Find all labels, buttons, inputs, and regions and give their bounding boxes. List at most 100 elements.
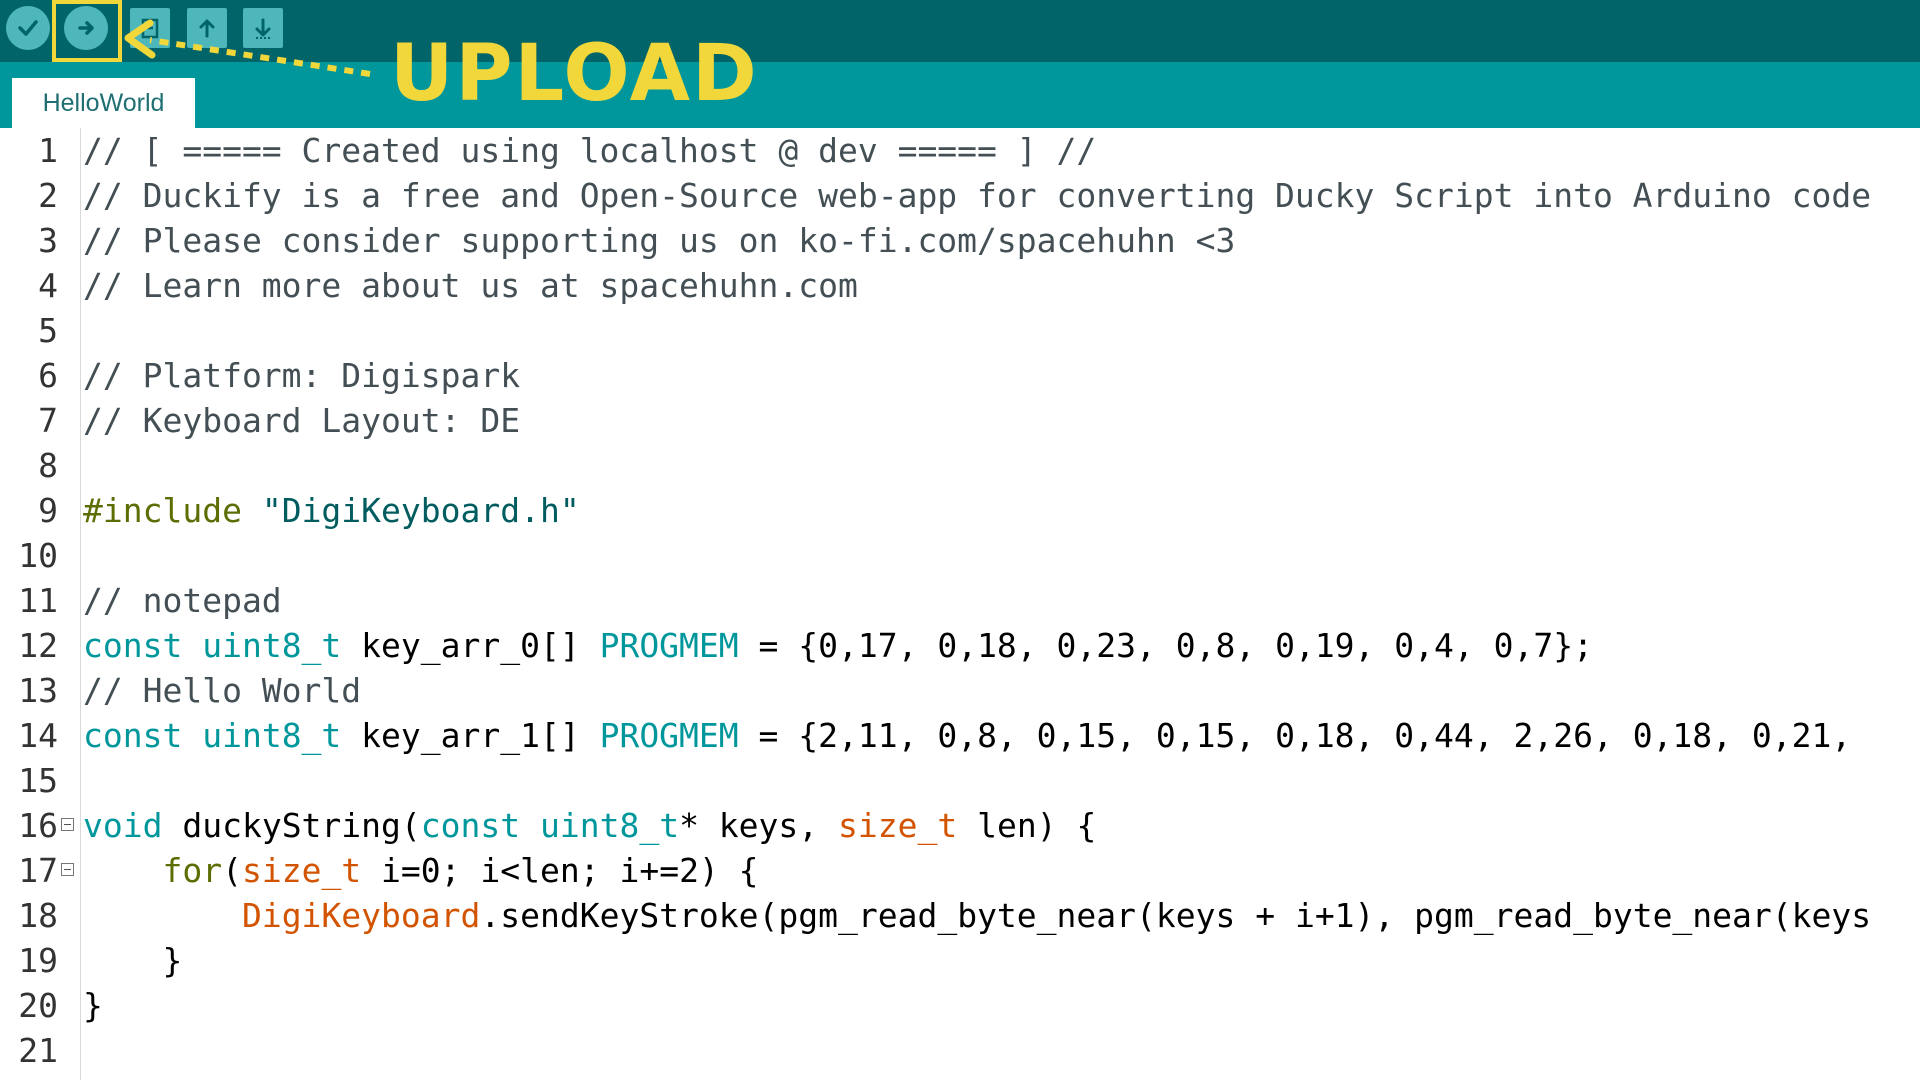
code-token: DigiKeyboard xyxy=(241,896,481,935)
code-token: void xyxy=(83,806,163,845)
code-line: 2 // Duckify is a free and Open-Source we… xyxy=(0,173,1920,218)
code-token: size_t xyxy=(838,806,958,845)
new-button[interactable] xyxy=(130,8,170,48)
fold-toggle-icon[interactable] xyxy=(61,863,74,876)
code-line: 18 DigiKeyboard.sendKeyStroke(pgm_read_b… xyxy=(0,893,1920,938)
fold-toggle-icon[interactable] xyxy=(61,818,74,831)
line-number: 6 xyxy=(38,356,58,395)
tab-helloworld[interactable]: HelloWorld xyxy=(12,78,195,128)
arrow-down-icon xyxy=(255,18,271,39)
code-token: // Duckify is a free and Open-Source web… xyxy=(83,176,1872,215)
code-line: 11 // notepad xyxy=(0,578,1920,623)
line-number: 8 xyxy=(38,446,58,485)
line-number: 17 xyxy=(18,851,58,890)
code-text: // [ ===== Created using localhost @ dev… xyxy=(83,128,1096,173)
code-token: const xyxy=(83,716,183,755)
code-line: 16 void duckyString(const uint8_t* keys, … xyxy=(0,803,1920,848)
line-number: 21 xyxy=(18,1031,58,1070)
code-line: 7 // Keyboard Layout: DE xyxy=(0,398,1920,443)
code-line: 17 for(size_t i=0; i<len; i+=2) { xyxy=(0,848,1920,893)
code-text: // Duckify is a free and Open-Source web… xyxy=(83,173,1871,218)
code-token: const xyxy=(83,626,183,665)
line-number: 1 xyxy=(38,131,58,170)
code-text: // Hello World xyxy=(83,668,361,713)
code-token: // [ ===== Created using localhost @ dev… xyxy=(83,131,1097,170)
code-token: .sendKeyStroke(pgm_read_byte_near(keys +… xyxy=(480,896,1872,935)
code-text: #include "DigiKeyboard.h" xyxy=(83,488,580,533)
code-text: for(size_t i=0; i<len; i+=2) { xyxy=(83,848,759,893)
code-text: DigiKeyboard.sendKeyStroke(pgm_read_byte… xyxy=(83,893,1871,938)
line-number: 5 xyxy=(38,311,58,350)
code-token: "DigiKeyboard.h" xyxy=(261,491,580,530)
code-token: ( xyxy=(222,851,242,890)
code-token: #include xyxy=(83,491,242,530)
code-token: // Platform: Digispark xyxy=(83,356,521,395)
code-token: len) { xyxy=(957,806,1097,845)
save-button[interactable] xyxy=(243,8,283,48)
code-text: const uint8_t key_arr_0[] PROGMEM = {0,1… xyxy=(83,623,1593,668)
line-number: 19 xyxy=(18,941,58,980)
line-number: 7 xyxy=(38,401,58,440)
open-button[interactable] xyxy=(187,8,227,48)
code-line: 13 // Hello World xyxy=(0,668,1920,713)
code-token: const xyxy=(420,806,521,845)
code-text: } xyxy=(83,983,103,1028)
code-line: 19 } xyxy=(0,938,1920,983)
code-token: // Please consider supporting us on ko-f… xyxy=(83,221,1236,260)
code-token: } xyxy=(83,941,183,980)
line-number: 20 xyxy=(18,986,58,1025)
line-number: 14 xyxy=(18,716,58,755)
line-number: 4 xyxy=(38,266,58,305)
code-token: uint8_t xyxy=(539,806,680,845)
code-line: 5 xyxy=(0,308,1920,353)
line-number: 12 xyxy=(18,626,58,665)
code-token: for xyxy=(162,851,223,890)
toolbar xyxy=(0,0,1920,62)
code-token: // notepad xyxy=(83,581,282,620)
line-number: 16 xyxy=(18,806,58,845)
code-line: 6 // Platform: Digispark xyxy=(0,353,1920,398)
code-token: uint8_t xyxy=(202,626,342,665)
code-editor[interactable]: 1 // [ ===== Created using localhost @ de… xyxy=(0,128,1920,1080)
code-token: i=0; i<len; i+=2) { xyxy=(361,851,759,890)
code-line: 20} xyxy=(0,983,1920,1028)
code-line: 3 // Please consider supporting us on ko-… xyxy=(0,218,1920,263)
code-token: key_arr_0[] xyxy=(341,626,600,665)
code-text: // Please consider supporting us on ko-f… xyxy=(83,218,1235,263)
line-number: 9 xyxy=(38,491,58,530)
code-line: 8 xyxy=(0,443,1920,488)
code-token: uint8_t xyxy=(202,716,342,755)
line-number: 15 xyxy=(18,761,58,800)
code-token: // Hello World xyxy=(83,671,362,710)
code-token: = {0,17, 0,18, 0,23, 0,8, 0,19, 0,4, 0,7… xyxy=(738,626,1593,665)
code-line: 4 // Learn more about us at spacehuhn.com xyxy=(0,263,1920,308)
code-line: 12 const uint8_t key_arr_0[] PROGMEM = {0… xyxy=(0,623,1920,668)
code-line: 14 const uint8_t key_arr_1[] PROGMEM = {2… xyxy=(0,713,1920,758)
line-number: 2 xyxy=(38,176,58,215)
verify-button[interactable] xyxy=(6,6,50,50)
line-number: 18 xyxy=(18,896,58,935)
line-number: 10 xyxy=(18,536,58,575)
code-line: 1 // [ ===== Created using localhost @ de… xyxy=(0,128,1920,173)
code-token: PROGMEM xyxy=(599,626,739,665)
code-token: } xyxy=(83,986,103,1025)
code-token: duckyString( xyxy=(162,806,421,845)
line-number: 3 xyxy=(38,221,58,260)
code-text: void duckyString(const uint8_t* keys, si… xyxy=(83,803,1096,848)
code-text: // notepad xyxy=(83,578,282,623)
new-file-icon xyxy=(141,18,159,39)
code-text: // Keyboard Layout: DE xyxy=(83,398,520,443)
code-token: = {2,11, 0,8, 0,15, 0,15, 0,18, 0,44, 2,… xyxy=(738,716,1852,755)
code-text: } xyxy=(83,938,182,983)
code-text: const uint8_t key_arr_1[] PROGMEM = {2,1… xyxy=(83,713,1851,758)
code-token: // Learn more about us at spacehuhn.com xyxy=(83,266,858,305)
upload-annotation-label: UPLOAD xyxy=(390,29,759,119)
code-line: 21 xyxy=(0,1028,1920,1073)
code-token: size_t xyxy=(241,851,362,890)
